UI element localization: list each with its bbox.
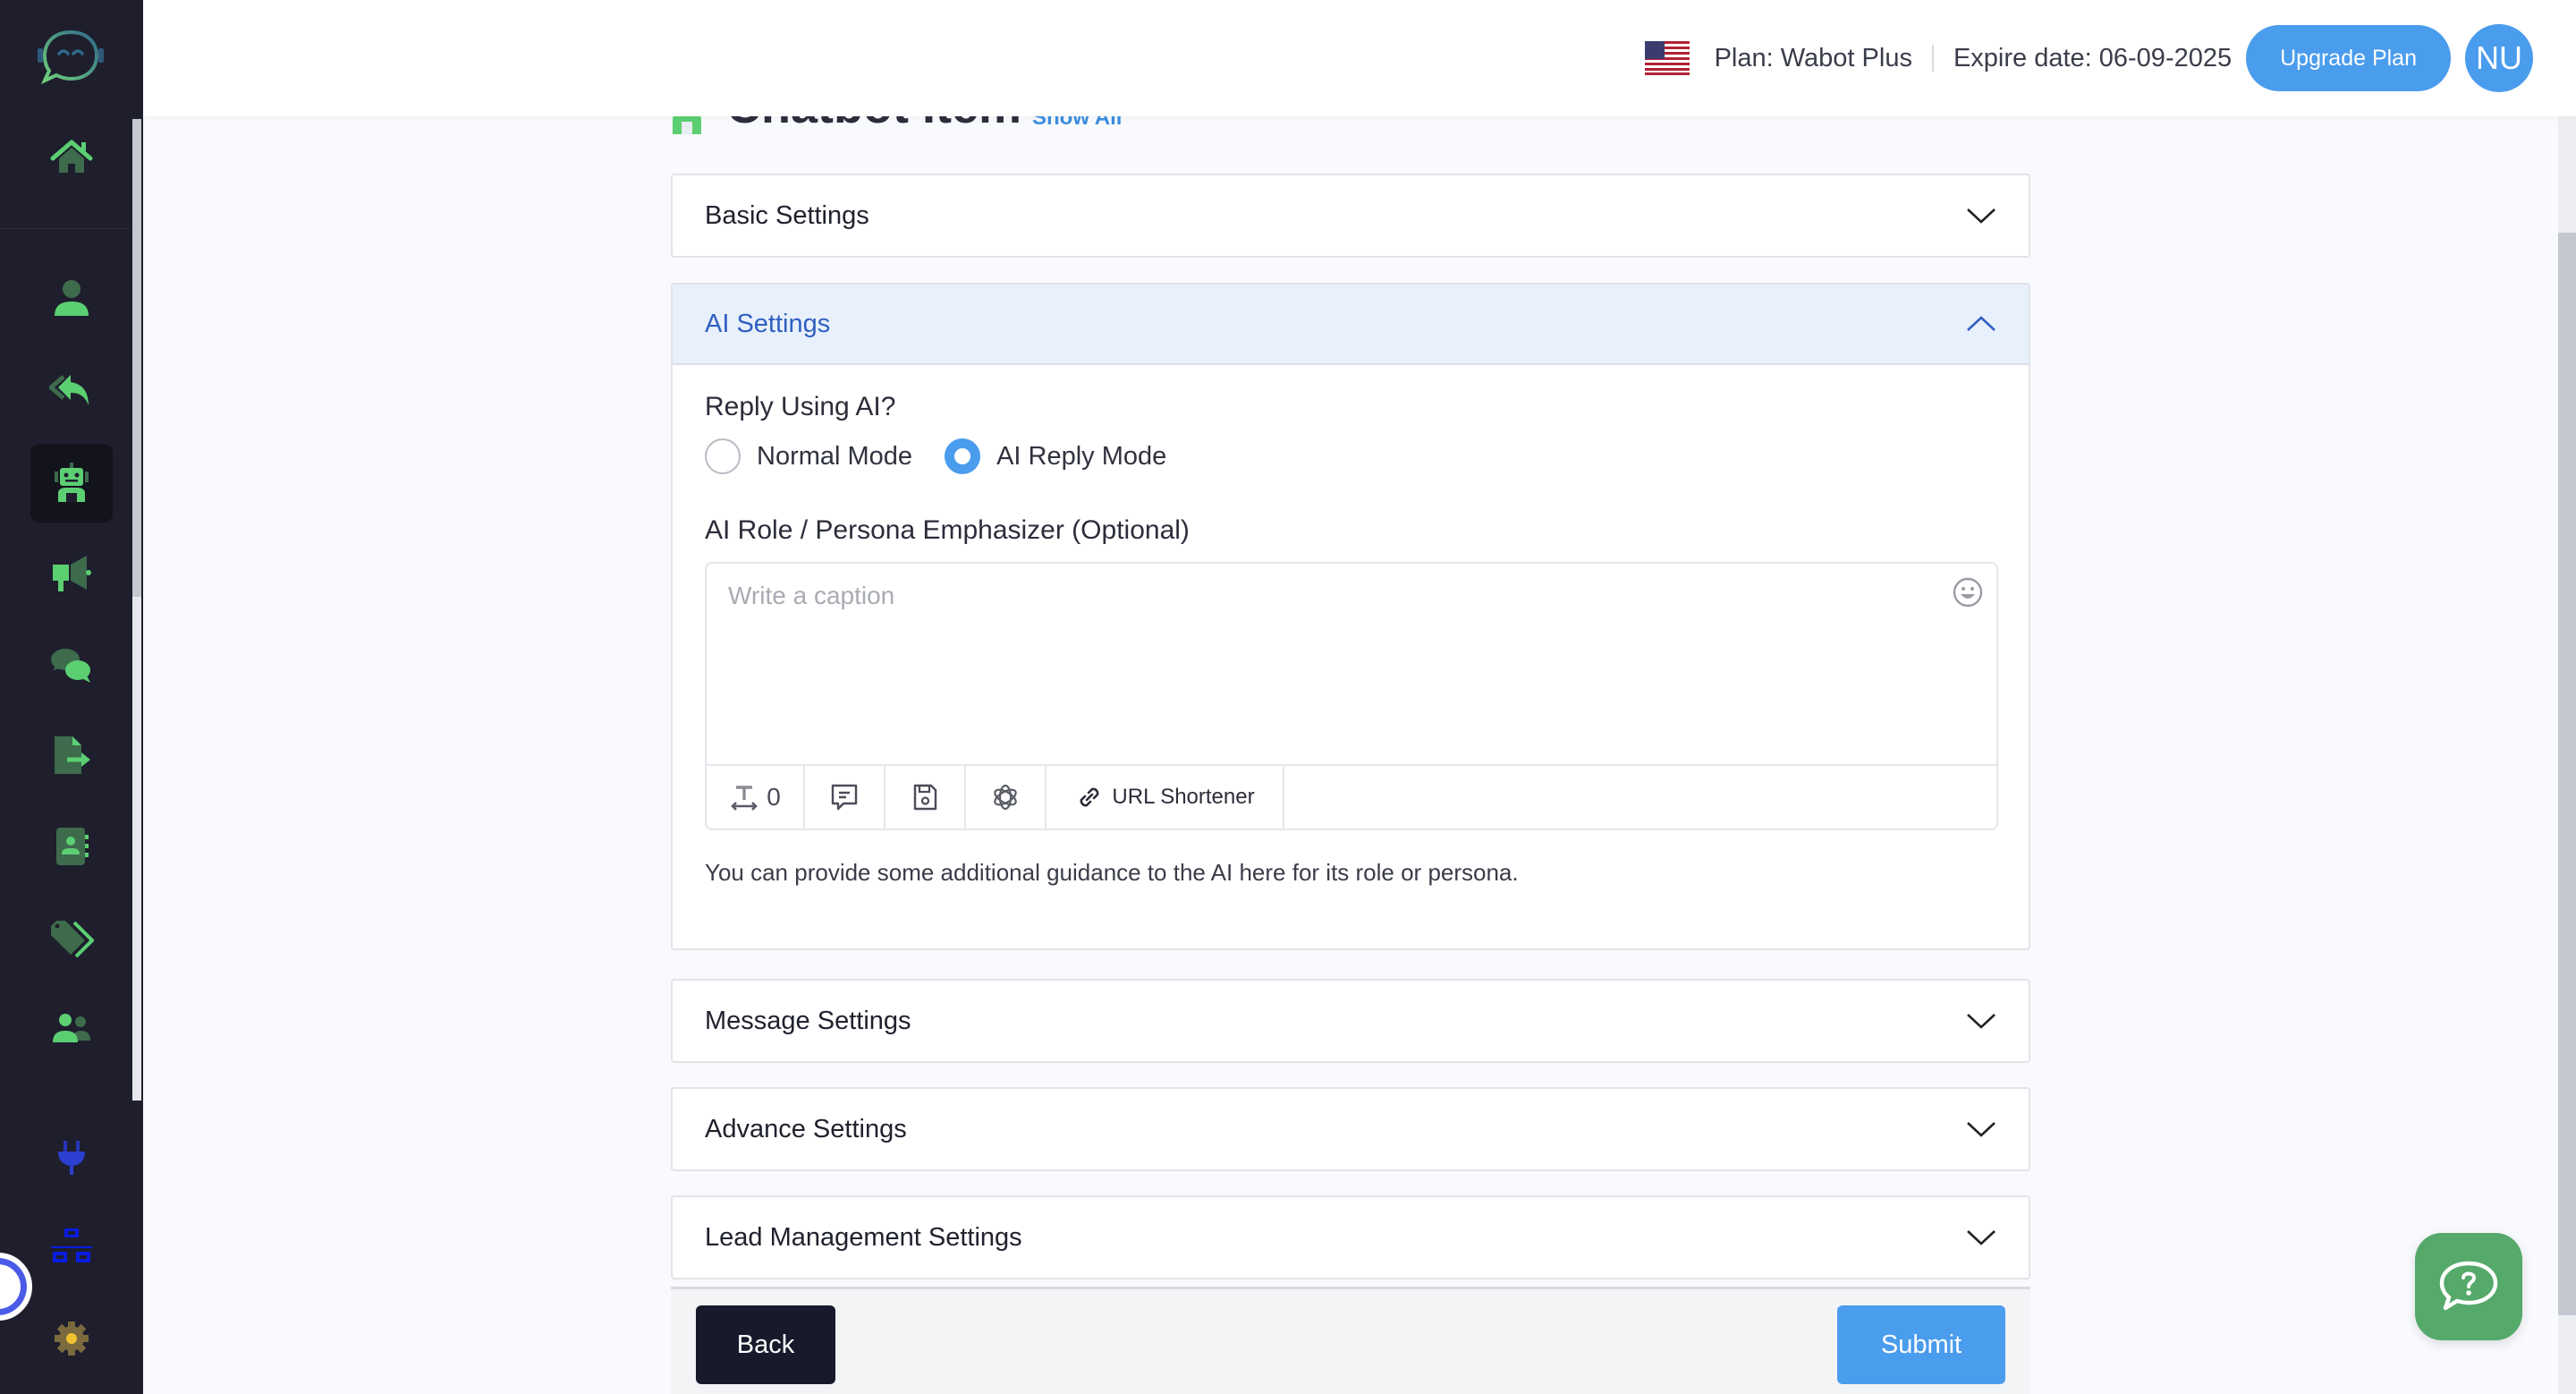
url-shortener-label: URL Shortener (1112, 785, 1255, 809)
sidebar-item-team[interactable] (30, 990, 113, 1068)
accordion-header-basic-settings[interactable]: Basic Settings (673, 175, 2029, 256)
caption-editor: 0 URL Shortener (705, 562, 1998, 830)
persona-emphasizer-label: AI Role / Persona Emphasizer (Optional) (705, 515, 1190, 545)
accordion-header-advance-settings[interactable]: Advance Settings (673, 1089, 2029, 1169)
home-icon (50, 140, 93, 173)
expire-date-text: Expire date: 06-09-2025 (1953, 43, 2233, 72)
header-separator (1931, 45, 1934, 72)
us-flag-icon[interactable] (1644, 41, 1690, 75)
file-export-icon (55, 736, 90, 774)
sidebar-scrollbar-thumb[interactable] (132, 119, 141, 597)
url-shortener-button[interactable]: URL Shortener (1046, 766, 1284, 829)
ai-settings-body: Reply Using AI? Normal Mode AI Reply Mod… (673, 365, 2029, 948)
link-icon (1080, 787, 1099, 807)
chevron-down-icon (1967, 1014, 1996, 1029)
sidebar (0, 0, 143, 1394)
comment-button[interactable] (805, 766, 886, 829)
chevron-down-icon (1967, 1122, 1996, 1137)
accordion-message-settings: Message Settings (671, 979, 2030, 1063)
accordion-ai-settings: AI Settings Reply Using AI? Normal Mode … (671, 283, 2030, 950)
gear-icon (55, 1322, 89, 1356)
sidebar-item-address-book[interactable] (30, 807, 113, 886)
chevron-down-icon (1967, 1230, 1996, 1245)
robot-icon (55, 463, 89, 502)
ai-reply-mode-radio[interactable] (945, 438, 981, 474)
plan-text: Plan: Wabot Plus (1714, 43, 1912, 72)
accordion-basic-settings: Basic Settings (671, 174, 2030, 258)
sidebar-item-campaigns[interactable] (30, 535, 113, 614)
header-right-group: Plan: Wabot Plus Expire date: 06-09-2025… (1644, 24, 2533, 92)
sidebar-item-tags[interactable] (30, 898, 113, 977)
plug-icon (58, 1141, 85, 1175)
character-count: 0 (707, 766, 805, 829)
openai-generate-button[interactable] (966, 766, 1046, 829)
editor-toolbar: 0 URL Shortener (707, 764, 1996, 829)
megaphone-icon (53, 556, 91, 591)
sitemap-icon (51, 1228, 92, 1262)
back-button[interactable]: Back (696, 1305, 835, 1384)
accordion-header-message-settings[interactable]: Message Settings (673, 981, 2029, 1061)
persona-help-text: You can provide some additional guidance… (705, 859, 1519, 886)
comment-icon (831, 784, 858, 811)
normal-mode-label[interactable]: Normal Mode (757, 442, 912, 472)
sidebar-item-contacts[interactable] (30, 259, 113, 338)
emoji-icon[interactable] (1952, 576, 1984, 608)
sidebar-item-replies[interactable] (30, 351, 113, 429)
accordion-header-ai-settings[interactable]: AI Settings (673, 285, 2029, 365)
accordion-advance-settings: Advance Settings (671, 1087, 2030, 1171)
text-width-icon (731, 786, 758, 811)
page-scrollbar-thumb[interactable] (2558, 233, 2576, 1315)
accordion-label: Basic Settings (705, 200, 869, 230)
sidebar-item-chatbot[interactable] (30, 444, 113, 523)
accordion-label: AI Settings (705, 309, 831, 338)
user-avatar[interactable]: NU (2465, 24, 2533, 92)
ai-reply-mode-label[interactable]: AI Reply Mode (996, 442, 1166, 472)
users-icon (53, 1014, 90, 1042)
submit-button[interactable]: Submit (1837, 1305, 2005, 1384)
sidebar-item-export[interactable] (30, 716, 113, 795)
openai-icon (994, 784, 1017, 811)
character-count-value: 0 (767, 783, 781, 811)
accordion-label: Advance Settings (705, 1114, 907, 1143)
chatbot-logo-icon[interactable] (34, 27, 107, 89)
caption-input[interactable] (707, 564, 1923, 761)
sidebar-item-settings[interactable] (30, 1299, 113, 1378)
reply-all-icon (49, 375, 89, 405)
chevron-down-icon (1967, 208, 1996, 224)
accordion-label: Message Settings (705, 1006, 911, 1035)
sidebar-divider (0, 228, 131, 229)
form-footer: Back Submit (671, 1287, 2030, 1394)
sidebar-item-integrations[interactable] (30, 1118, 113, 1197)
address-book-icon (56, 828, 89, 865)
floppy-disk-icon (913, 784, 937, 811)
upgrade-plan-button[interactable]: Upgrade Plan (2246, 25, 2451, 91)
save-template-button[interactable] (886, 766, 966, 829)
accordion-header-lead-management-settings[interactable]: Lead Management Settings (673, 1197, 2029, 1278)
top-header: Plan: Wabot Plus Expire date: 06-09-2025… (143, 0, 2576, 116)
accordion-label: Lead Management Settings (705, 1222, 1022, 1252)
normal-mode-radio[interactable] (705, 438, 741, 474)
sidebar-item-chats[interactable] (30, 626, 113, 705)
sidebar-item-home[interactable] (30, 118, 113, 197)
reply-mode-radio-group: Normal Mode AI Reply Mode (705, 437, 1996, 476)
question-chat-icon (2439, 1261, 2498, 1311)
reply-using-ai-label: Reply Using AI? (705, 392, 896, 421)
comments-icon (51, 649, 90, 683)
sidebar-item-network[interactable] (30, 1208, 113, 1287)
accordion-lead-management-settings: Lead Management Settings (671, 1195, 2030, 1279)
chevron-up-icon (1967, 316, 1996, 331)
help-chat-button[interactable] (2415, 1233, 2522, 1340)
user-icon (55, 280, 89, 316)
tags-icon (51, 921, 94, 958)
